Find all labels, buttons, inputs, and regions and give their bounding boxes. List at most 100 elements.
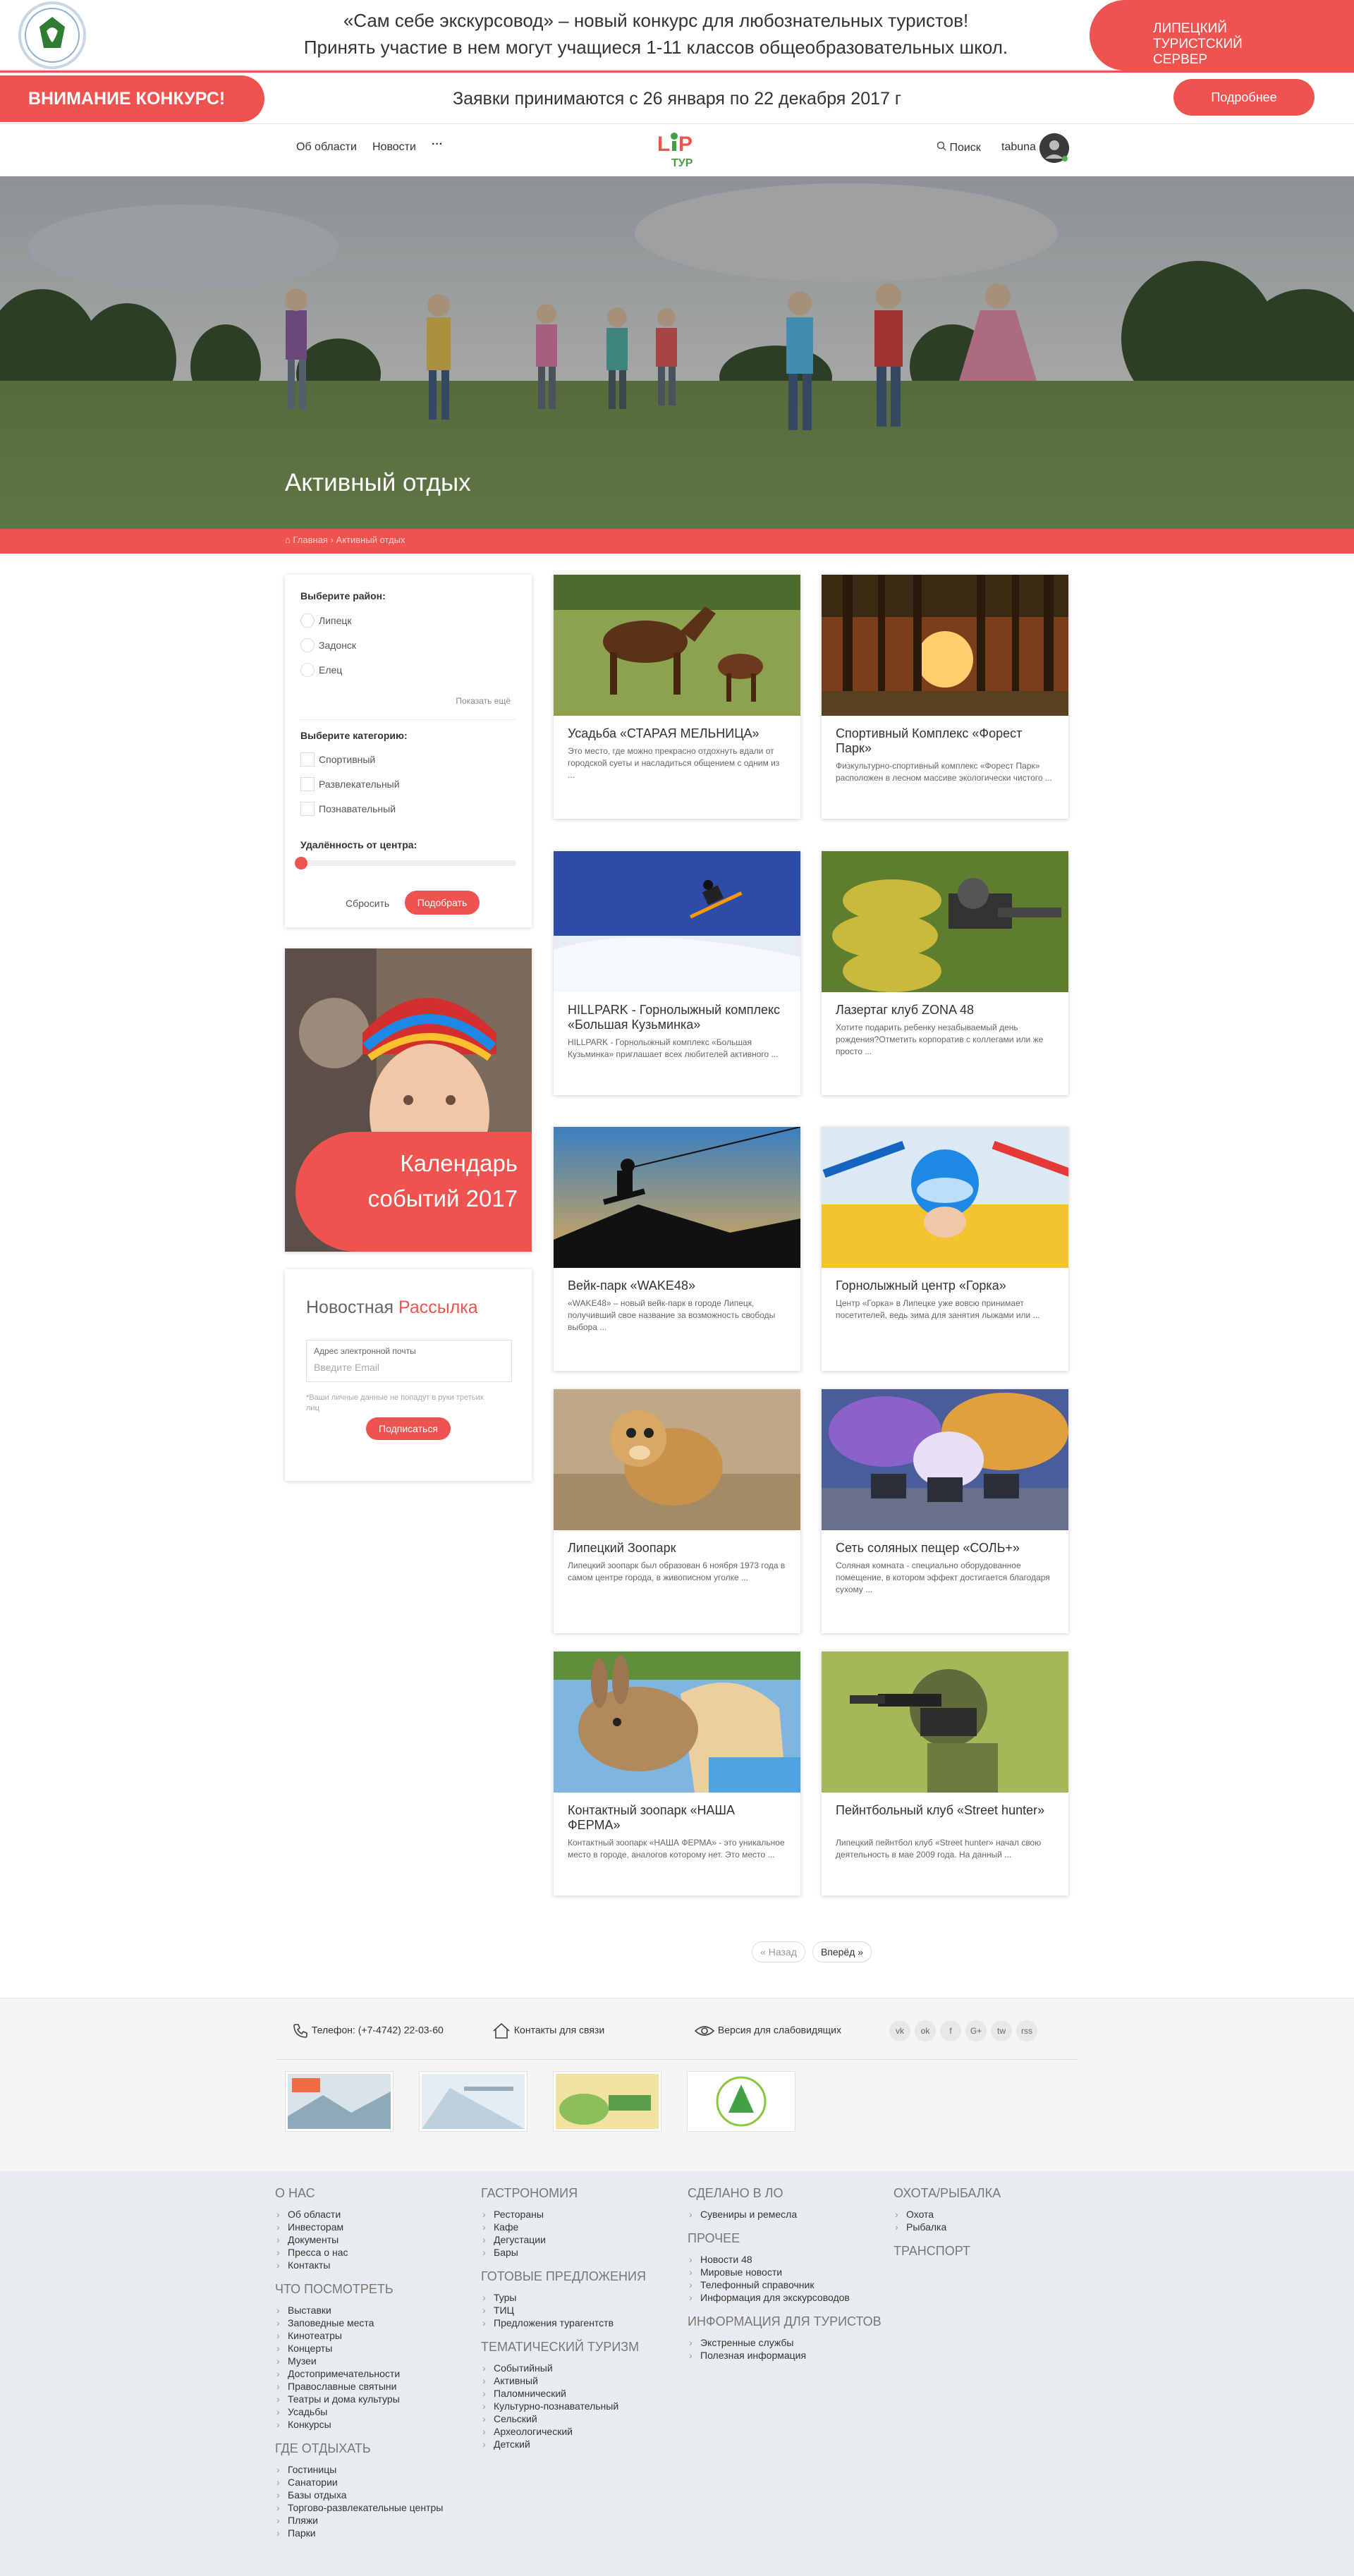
region-emblem-icon[interactable] bbox=[18, 1, 86, 69]
footer-link[interactable]: Кафе bbox=[481, 2221, 678, 2233]
user-name[interactable]: tabuna bbox=[1001, 141, 1036, 154]
footer-link[interactable]: Сувениры и ремесла bbox=[688, 2208, 885, 2221]
footer-link[interactable]: Событийный bbox=[481, 2362, 678, 2374]
distance-slider-handle[interactable] bbox=[295, 857, 307, 869]
footer-link[interactable]: Предложения турагентств bbox=[481, 2316, 678, 2329]
card-title[interactable]: Горнолыжный центр «Горка» bbox=[836, 1278, 1054, 1293]
contacts-link[interactable]: Контакты для связи bbox=[492, 2022, 604, 2039]
footer-link[interactable]: Новости 48 bbox=[688, 2253, 885, 2266]
email-field[interactable]: Адрес электронной почты Введите Email bbox=[306, 1340, 512, 1382]
footer-link[interactable]: Детский bbox=[481, 2438, 678, 2450]
footer-link[interactable]: Конкурсы bbox=[275, 2418, 472, 2431]
footer-link[interactable]: Документы bbox=[275, 2233, 472, 2246]
card-lasertag[interactable]: Лазертаг клуб ZONA 48 Хотите подарить ре… bbox=[822, 851, 1068, 1095]
vk-icon[interactable]: vk bbox=[889, 2020, 910, 2041]
partner-banner-2[interactable] bbox=[419, 2071, 527, 2132]
breadcrumb-home[interactable]: Главная bbox=[293, 535, 327, 545]
distance-slider-track[interactable] bbox=[300, 860, 516, 866]
events-calendar-banner[interactable]: Календарь событий 2017 bbox=[285, 948, 532, 1252]
card-title[interactable]: Спортивный Комплекс «Форест Парк» bbox=[836, 726, 1054, 756]
card-title[interactable]: Липецкий Зоопарк bbox=[568, 1541, 786, 1556]
footer-link[interactable]: Концерты bbox=[275, 2342, 472, 2355]
facebook-icon[interactable]: f bbox=[940, 2020, 961, 2041]
footer-link[interactable]: Сельский bbox=[481, 2412, 678, 2425]
footer-link[interactable]: Мировые новости bbox=[688, 2266, 885, 2278]
district-radio-elets[interactable] bbox=[300, 663, 315, 677]
partner-banner-1[interactable] bbox=[285, 2071, 394, 2132]
twitter-icon[interactable]: tw bbox=[991, 2020, 1012, 2041]
card-title[interactable]: Сеть соляных пещер «СОЛЬ+» bbox=[836, 1541, 1054, 1556]
footer-link[interactable]: ТИЦ bbox=[481, 2304, 678, 2316]
footer-link[interactable]: Полезная информация bbox=[688, 2349, 885, 2362]
footer-link[interactable]: Базы отдыха bbox=[275, 2489, 472, 2501]
phone-contact[interactable]: Телефон: (+7-4742) 22-03-60 bbox=[292, 2022, 444, 2039]
category-checkbox-educational[interactable] bbox=[300, 802, 315, 816]
footer-link[interactable]: Экстренные службы bbox=[688, 2336, 885, 2349]
apply-button[interactable]: Подобрать bbox=[405, 891, 480, 915]
card-title[interactable]: Вейк-парк «WAKE48» bbox=[568, 1278, 786, 1293]
card-title[interactable]: Контактный зоопарк «НАША ФЕРМА» bbox=[568, 1803, 786, 1833]
card-forest-park[interactable]: Спортивный Комплекс «Форест Парк» Физкул… bbox=[822, 575, 1068, 819]
footer-link[interactable]: Контакты bbox=[275, 2259, 472, 2271]
card-our-farm[interactable]: Контактный зоопарк «НАША ФЕРМА» Контактн… bbox=[554, 1652, 800, 1896]
card-wake48[interactable]: Вейк-парк «WAKE48» «WAKE48» – новый вейк… bbox=[554, 1127, 800, 1371]
card-title[interactable]: Пейнтбольный клуб «Street hunter» bbox=[836, 1803, 1054, 1818]
footer-link[interactable]: Гостиницы bbox=[275, 2463, 472, 2476]
footer-link[interactable]: Археологический bbox=[481, 2425, 678, 2438]
reset-button[interactable]: Сбросить bbox=[346, 898, 389, 909]
card-hillpark[interactable]: HILLPARK - Горнолыжный комплекс «Большая… bbox=[554, 851, 800, 1095]
district-radio-lipetsk[interactable] bbox=[300, 614, 315, 628]
footer-link[interactable]: Дегустации bbox=[481, 2233, 678, 2246]
search-link[interactable]: Поиск bbox=[937, 141, 981, 154]
footer-link[interactable]: Паломнический bbox=[481, 2387, 678, 2400]
accessible-version-link[interactable]: Версия для слабовидящих bbox=[694, 2022, 841, 2039]
card-gorka[interactable]: Горнолыжный центр «Горка» Центр «Горка» … bbox=[822, 1127, 1068, 1371]
footer-link[interactable]: Кинотеатры bbox=[275, 2329, 472, 2342]
footer-link[interactable]: Туры bbox=[481, 2291, 678, 2304]
footer-link[interactable]: Парки bbox=[275, 2527, 472, 2539]
footer-link[interactable]: Достопримечательности bbox=[275, 2367, 472, 2380]
footer-link[interactable]: Активный bbox=[481, 2374, 678, 2387]
category-checkbox-entertainment[interactable] bbox=[300, 777, 315, 791]
footer-link[interactable]: Телефонный справочник bbox=[688, 2278, 885, 2291]
pagination-next[interactable]: Вперёд » bbox=[812, 1941, 872, 1962]
footer-link[interactable]: Культурно-познавательный bbox=[481, 2400, 678, 2412]
footer-link[interactable]: Об области bbox=[275, 2208, 472, 2221]
card-title[interactable]: Усадьба «СТАРАЯ МЕЛЬНИЦА» bbox=[568, 726, 786, 741]
card-title[interactable]: HILLPARK - Горнолыжный комплекс «Большая… bbox=[568, 1003, 786, 1032]
show-more-link[interactable]: Показать ещё bbox=[456, 696, 511, 706]
google-plus-icon[interactable]: G+ bbox=[965, 2020, 987, 2041]
card-zoo[interactable]: Липецкий Зоопарк Липецкий зоопарк был об… bbox=[554, 1389, 800, 1633]
footer-heading[interactable]: Транспорт bbox=[893, 2243, 1077, 2259]
footer-link[interactable]: Рестораны bbox=[481, 2208, 678, 2221]
district-radio-zadonsk[interactable] bbox=[300, 638, 315, 652]
ok-icon[interactable]: ok bbox=[915, 2020, 936, 2041]
footer-link[interactable]: Выставки bbox=[275, 2304, 472, 2316]
more-button[interactable]: Подробнее bbox=[1173, 79, 1315, 116]
nav-more-icon[interactable]: ··· bbox=[432, 138, 443, 151]
footer-link[interactable]: Усадьбы bbox=[275, 2405, 472, 2418]
footer-link[interactable]: Пресса о нас bbox=[275, 2246, 472, 2259]
category-checkbox-sport[interactable] bbox=[300, 752, 315, 767]
footer-link[interactable]: Театры и дома культуры bbox=[275, 2393, 472, 2405]
rss-icon[interactable]: rss bbox=[1016, 2020, 1037, 2041]
user-avatar[interactable] bbox=[1039, 133, 1069, 163]
card-salt-cave[interactable]: Сеть соляных пещер «СОЛЬ+» Соляная комна… bbox=[822, 1389, 1068, 1633]
footer-link[interactable]: Санатории bbox=[275, 2476, 472, 2489]
card-title[interactable]: Лазертаг клуб ZONA 48 bbox=[836, 1003, 1054, 1018]
partner-banner-3[interactable] bbox=[553, 2071, 661, 2132]
footer-link[interactable]: Торгово-развлекательные центры bbox=[275, 2501, 472, 2514]
footer-link[interactable]: Православные святыни bbox=[275, 2380, 472, 2393]
tourist-server-badge[interactable]: ЛИПЕЦКИЙ ТУРИСТСКИЙ СЕРВЕР bbox=[1090, 0, 1354, 71]
footer-link[interactable]: Инвесторам bbox=[275, 2221, 472, 2233]
footer-link[interactable]: Заповедные места bbox=[275, 2316, 472, 2329]
footer-link[interactable]: Пляжи bbox=[275, 2514, 472, 2527]
liptur-logo-icon[interactable]: L P ТУР bbox=[656, 130, 698, 169]
footer-link[interactable]: Охота bbox=[893, 2208, 1077, 2221]
card-old-mill[interactable]: Усадьба «СТАРАЯ МЕЛЬНИЦА» Это место, где… bbox=[554, 575, 800, 819]
subscribe-button[interactable]: Подписаться bbox=[366, 1417, 451, 1440]
footer-link[interactable]: Рыбалка bbox=[893, 2221, 1077, 2233]
pagination-prev[interactable]: « Назад bbox=[752, 1941, 805, 1962]
partner-banner-4[interactable] bbox=[687, 2071, 795, 2132]
nav-item-about[interactable]: Об области bbox=[296, 141, 357, 154]
